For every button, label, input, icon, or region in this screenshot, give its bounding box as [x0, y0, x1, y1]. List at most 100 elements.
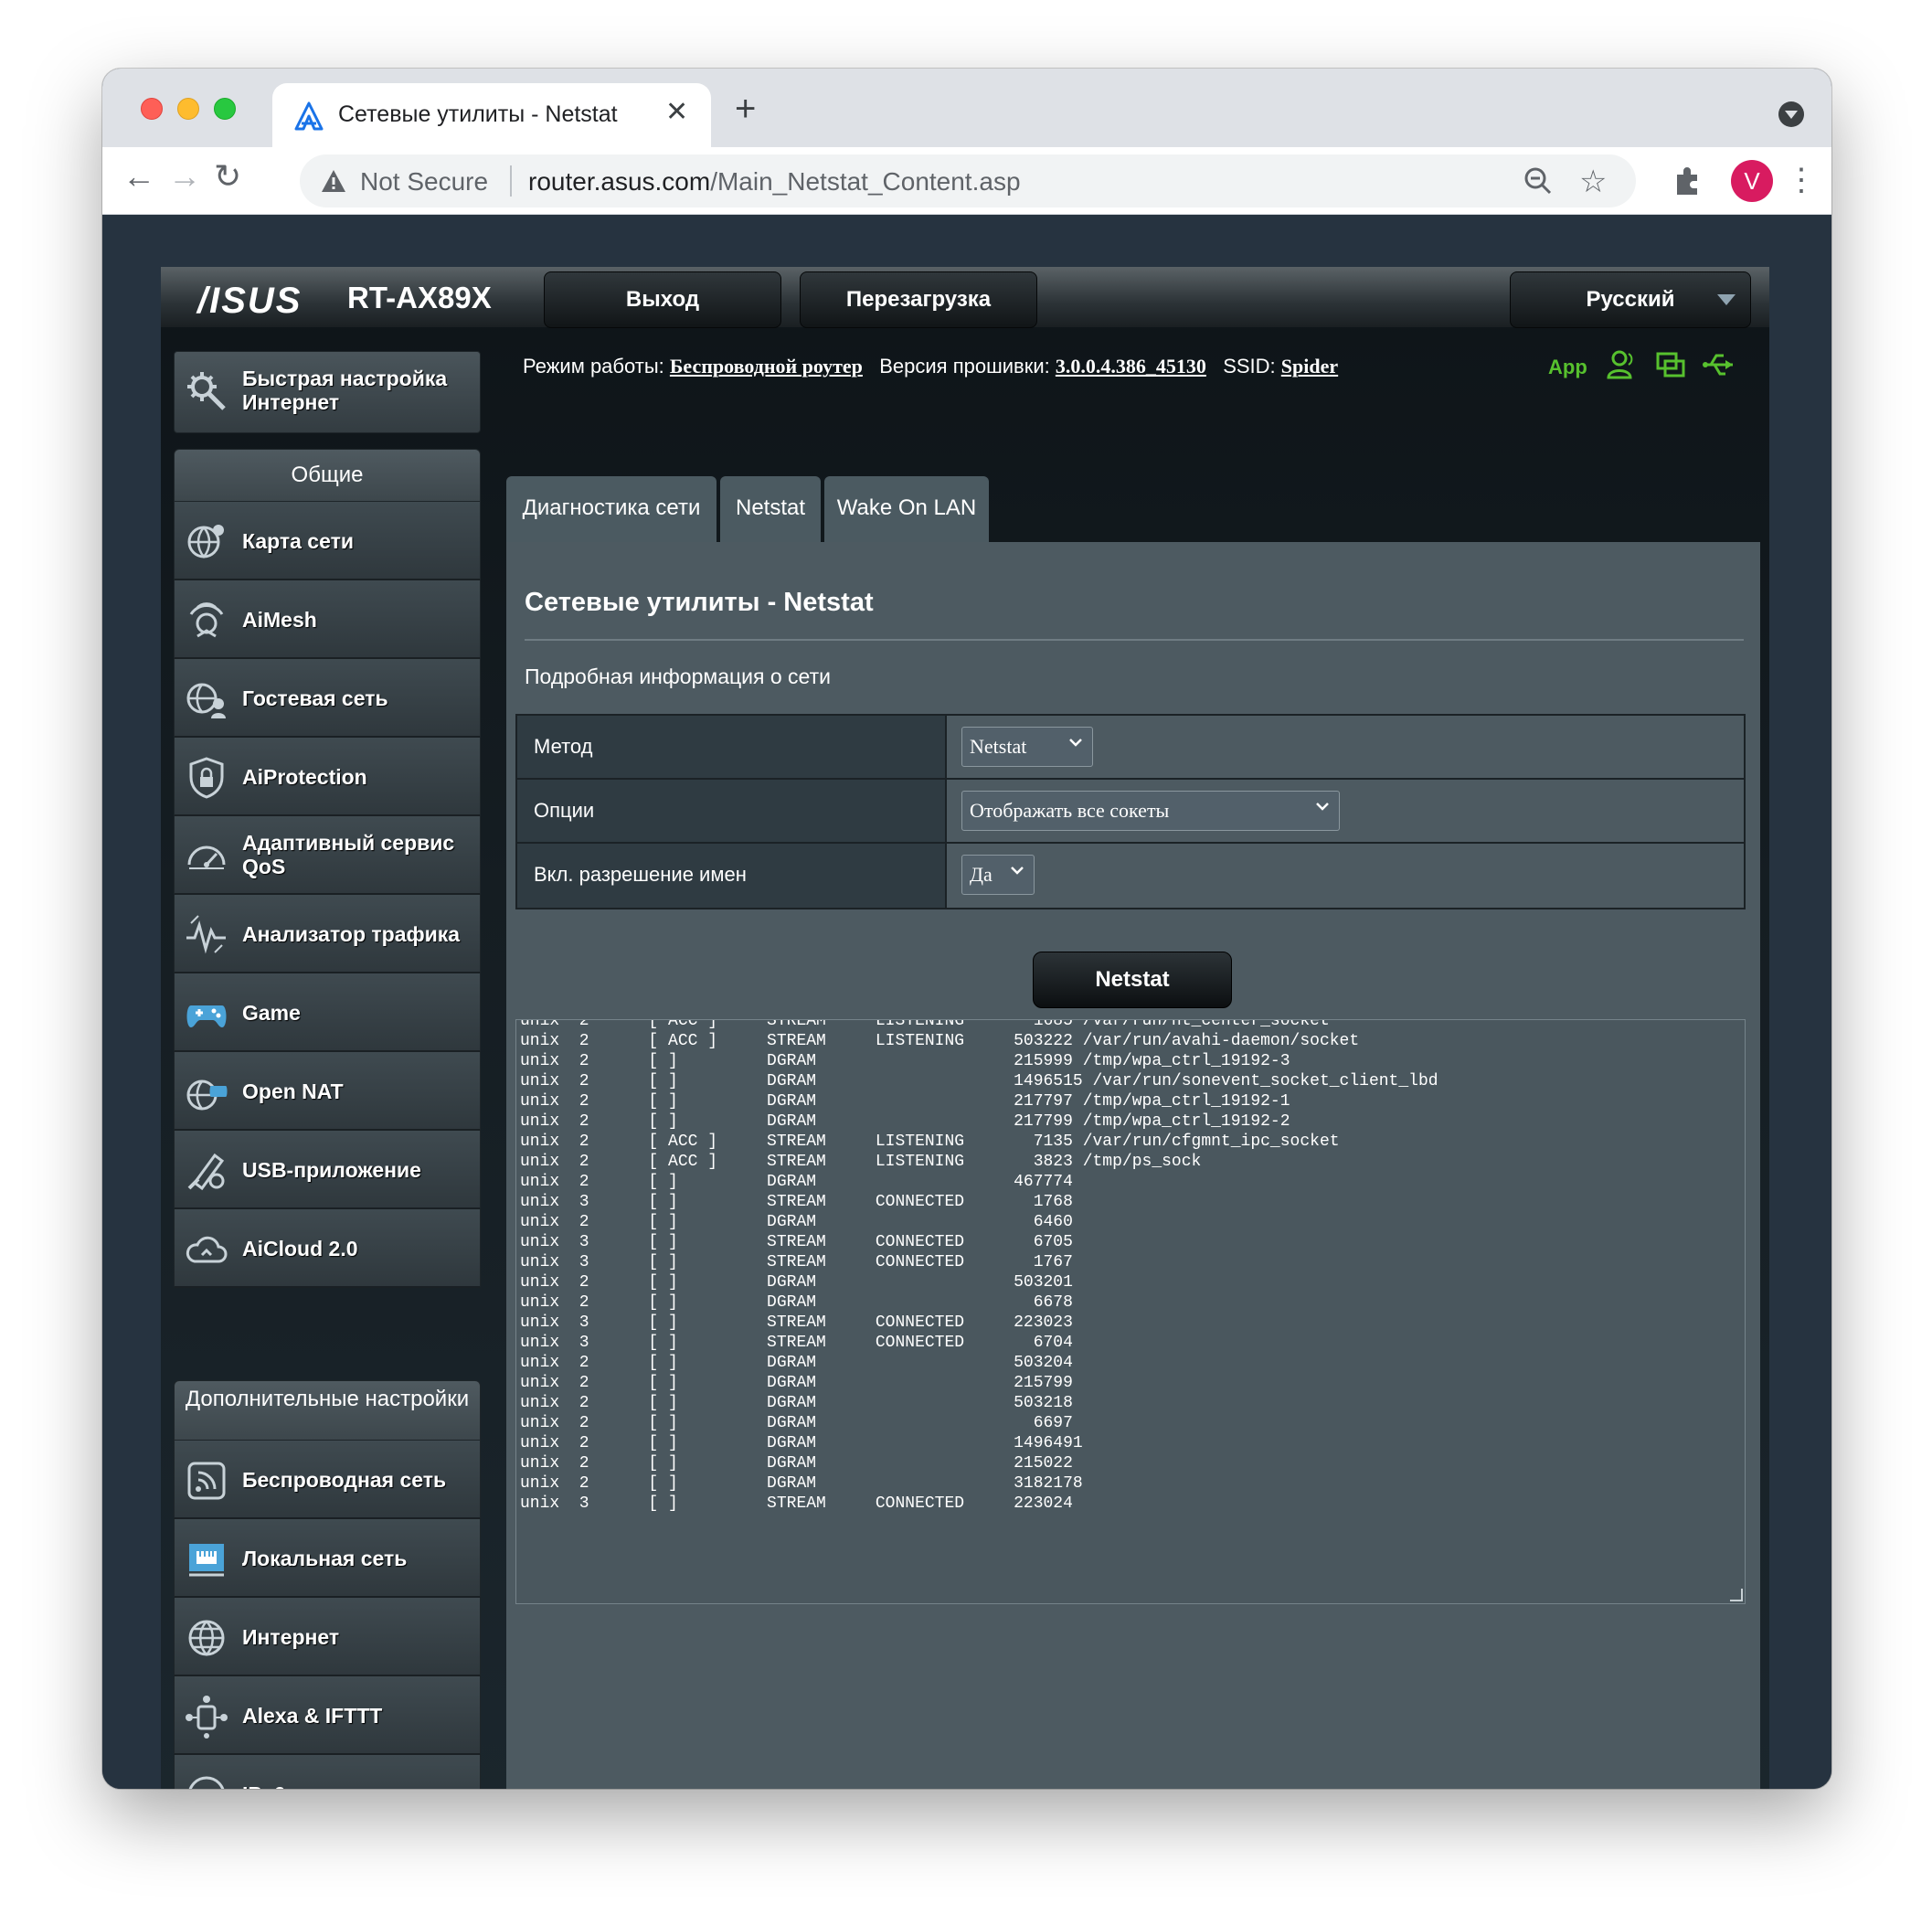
tab-netstat[interactable]: Netstat — [720, 476, 821, 542]
sidebar-item-aimesh[interactable]: AiMesh — [174, 580, 481, 659]
zoom-window-button[interactable] — [214, 98, 236, 120]
tab-search-icon[interactable] — [1778, 101, 1804, 127]
reload-icon[interactable]: ↻ — [214, 160, 241, 193]
method-label: Метод — [517, 716, 947, 778]
cloud-icon — [186, 1236, 228, 1263]
page-subtitle: Подробная информация о сети — [525, 665, 831, 688]
output-line: unix 2 [ ] DGRAM 503201 — [520, 1273, 1073, 1292]
browser-tab-active[interactable]: Сетевые утилиты - Netstat ✕ — [272, 83, 711, 147]
firmware-link[interactable]: 3.0.0.4.386_45130 — [1056, 355, 1206, 378]
ssid-link[interactable]: Spider — [1281, 355, 1338, 378]
bookmark-star-icon[interactable]: ☆ — [1579, 164, 1607, 200]
resolve-names-label: Вкл. разрешение имен — [517, 844, 947, 908]
quick-setup-button[interactable]: Быстрая настройка Интернет — [174, 351, 481, 433]
usb-device-icon[interactable] — [1654, 348, 1687, 381]
url-path: /Main_Netstat_Content.asp — [710, 167, 1021, 196]
close-window-button[interactable] — [141, 98, 163, 120]
sidebar-item-label: AiCloud 2.0 — [242, 1237, 358, 1260]
output-line: unix 2 [ ] DGRAM 503204 — [520, 1354, 1073, 1372]
traffic-analyzer-icon — [186, 915, 226, 954]
method-select[interactable]: Netstat — [961, 727, 1093, 767]
wireless-icon — [187, 1462, 226, 1500]
netstat-run-button[interactable]: Netstat — [1033, 952, 1232, 1008]
app-link[interactable]: App — [1548, 356, 1587, 379]
method-row: Метод Netstat — [517, 716, 1744, 780]
sidebar-item-alexa[interactable]: Alexa & IFTTT — [174, 1676, 481, 1755]
wizard-icon — [187, 372, 226, 410]
output-line: unix 2 [ ] DGRAM 6460 — [520, 1213, 1073, 1231]
sidebar-item-open-nat[interactable]: Open NAT — [174, 1052, 481, 1131]
network-map-icon — [187, 525, 224, 558]
sidebar-item-ipv6[interactable]: IPv6 — [174, 1755, 481, 1789]
sidebar-item-label: Адаптивный сервис QoS — [242, 831, 455, 878]
sidebar-item-gamepad[interactable]: Game — [174, 973, 481, 1052]
sidebar-item-globe[interactable]: Интернет — [174, 1598, 481, 1676]
content-panel: Сетевые утилиты - Netstat Подробная инфо… — [506, 542, 1760, 1789]
security-status[interactable]: Not Secure — [360, 167, 488, 197]
output-line: unix 3 [ ] STREAM CONNECTED 1767 — [520, 1253, 1073, 1271]
minimize-window-button[interactable] — [177, 98, 199, 120]
sidebar-item-label: Локальная сеть — [242, 1547, 408, 1570]
sidebar-item-lan[interactable]: Локальная сеть — [174, 1519, 481, 1598]
netstat-output[interactable]: unix 2 [ ACC ] STREAM LISTENING 1685 /va… — [515, 1019, 1746, 1604]
usb-status-icon[interactable] — [1702, 348, 1735, 381]
sidebar-item-shield-lock[interactable]: AiProtection — [174, 738, 481, 816]
title-divider — [525, 639, 1744, 641]
firmware-label: Версия прошивки: — [879, 355, 1050, 378]
browser-menu-icon[interactable]: ⋮ — [1786, 162, 1817, 198]
extensions-puzzle-icon[interactable] — [1672, 165, 1704, 197]
tab-close-icon[interactable]: ✕ — [665, 96, 688, 128]
sidebar-item-label: AiProtection — [242, 765, 367, 789]
tab-network-diagnostics[interactable]: Диагностика сети — [506, 476, 717, 542]
tab-wake-on-lan[interactable]: Wake On LAN — [824, 476, 989, 542]
usb-app-icon — [187, 1153, 225, 1191]
output-line: unix 2 [ ACC ] STREAM LISTENING 3823 /tm… — [520, 1153, 1202, 1171]
options-value: Отображать все сокеты — [970, 799, 1170, 822]
options-select[interactable]: Отображать все сокеты — [961, 791, 1340, 831]
sidebar-item-label: Game — [242, 1001, 301, 1025]
mode-label: Режим работы: — [523, 355, 664, 378]
output-line: unix 2 [ ] DGRAM 3182178 — [520, 1474, 1083, 1493]
sidebar-item-gauge[interactable]: Адаптивный сервис QoS — [174, 816, 481, 895]
method-cell: Netstat — [947, 716, 1744, 778]
sidebar-item-wireless[interactable]: Беспроводная сеть — [174, 1441, 481, 1519]
zoom-out-icon[interactable] — [1523, 165, 1554, 197]
warning-icon — [322, 170, 345, 192]
output-line: unix 2 [ ] DGRAM 215022 — [520, 1454, 1073, 1473]
mode-link[interactable]: Беспроводной роутер — [670, 355, 863, 378]
language-select[interactable]: Русский — [1510, 271, 1751, 328]
sidebar-item-label: Карта сети — [242, 529, 354, 553]
status-line: Режим работы: Беспроводной роутер Версия… — [523, 355, 1338, 378]
sidebar-item-network-map[interactable]: Карта сети — [174, 502, 481, 580]
language-value: Русский — [1586, 287, 1675, 312]
tab-title: Сетевые утилиты - Netstat — [338, 101, 618, 127]
options-cell: Отображать все сокеты — [947, 780, 1744, 842]
output-line: unix 2 [ ] DGRAM 1496491 — [520, 1434, 1083, 1452]
forward-arrow-icon[interactable]: → — [168, 160, 201, 193]
sidebar-item-usb-app[interactable]: USB-приложение — [174, 1131, 481, 1209]
sidebar-item-guest-network[interactable]: Гостевая сеть — [174, 659, 481, 738]
output-line: unix 2 [ ] DGRAM 1496515 /var/run/soneve… — [520, 1072, 1438, 1090]
profile-avatar[interactable]: V — [1731, 160, 1773, 202]
address-bar[interactable]: Not Secure router.asus.com/Main_Netstat_… — [300, 154, 1636, 207]
clients-icon[interactable] — [1605, 348, 1638, 381]
browser-window: Сетевые утилиты - Netstat ✕ + ← → ↻ Not … — [102, 69, 1831, 1789]
output-line: unix 3 [ ] STREAM CONNECTED 6705 — [520, 1233, 1073, 1251]
back-arrow-icon[interactable]: ← — [122, 160, 155, 193]
sidebar-item-traffic-analyzer[interactable]: Анализатор трафика — [174, 895, 481, 973]
globe-icon — [188, 1620, 225, 1656]
resize-handle-icon[interactable] — [1730, 1589, 1743, 1601]
sidebar-item-cloud[interactable]: AiCloud 2.0 — [174, 1209, 481, 1288]
url-text[interactable]: router.asus.com/Main_Netstat_Content.asp — [528, 167, 1021, 197]
url-host: router.asus.com — [528, 167, 711, 196]
alexa-icon — [186, 1696, 228, 1739]
settings-table: Метод Netstat Опции Отображать все сокет… — [515, 714, 1746, 909]
general-section-header: Общие — [174, 449, 481, 502]
reboot-button[interactable]: Перезагрузка — [800, 271, 1037, 328]
output-line: unix 2 [ ] DGRAM 215799 — [520, 1374, 1073, 1392]
sidebar-item-label: AiMesh — [242, 608, 317, 632]
sidebar-item-label: Беспроводная сеть — [242, 1468, 447, 1492]
resolve-names-select[interactable]: Да — [961, 855, 1035, 895]
logout-button[interactable]: Выход — [544, 271, 781, 328]
new-tab-button[interactable]: + — [735, 90, 756, 127]
